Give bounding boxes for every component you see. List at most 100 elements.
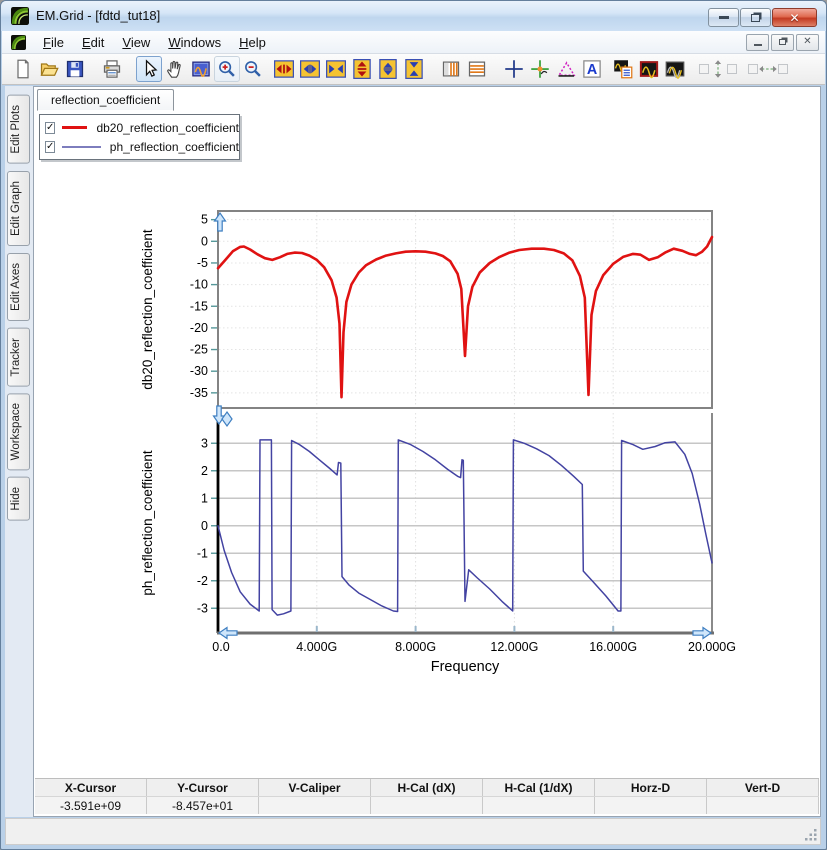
caliper-triangle-button[interactable] [553, 56, 579, 82]
toolbar-separator [688, 56, 699, 82]
legend-checkbox-1[interactable]: ✓ [45, 140, 56, 153]
select-arrow-button[interactable] [136, 56, 162, 82]
overlay-graphs-button[interactable] [662, 56, 688, 82]
resize-grip[interactable] [803, 827, 818, 842]
zoom-out-button[interactable] [240, 56, 266, 82]
readout-header-3: H-Cal (dX) [371, 779, 483, 796]
mdi-window-buttons: ✕ [744, 33, 819, 51]
toolbar-separator [737, 56, 748, 82]
fit-y-button[interactable] [375, 56, 401, 82]
app-icon-small [11, 34, 26, 50]
plot-document-area: reflection_coefficient ✓ db20_reflection_… [33, 86, 821, 817]
vertical-spacing-checkbox [727, 64, 737, 74]
y-tick-label: -3 [197, 601, 208, 615]
sidebar-tab-edit-axes[interactable]: Edit Axes [7, 252, 30, 321]
toolbar-separator [88, 56, 99, 82]
axis-diamond-handle[interactable] [221, 410, 233, 428]
tab-reflection-coefficient[interactable]: reflection_coefficient [37, 89, 175, 111]
sidebar-tab-edit-graph[interactable]: Edit Graph [7, 170, 30, 246]
scroll-up-arrow[interactable] [213, 211, 227, 232]
y-tick-label: -2 [197, 574, 208, 588]
readout-value-4 [483, 797, 595, 814]
y-tick-label: -10 [190, 278, 208, 292]
menu-bar: File Edit View Windows Help ✕ [2, 31, 825, 54]
y-tick-label: 2 [201, 464, 208, 478]
menu-windows[interactable]: Windows [159, 33, 230, 52]
charts-canvas[interactable]: 50-5-10-15-20-25-30-35db20_reflection_co… [140, 191, 740, 691]
single-graph-button[interactable] [636, 56, 662, 82]
series-db20_reflection_coefficient[interactable] [216, 235, 714, 399]
menu-help[interactable]: Help [230, 33, 275, 52]
readout-value-5 [595, 797, 707, 814]
menu-edit[interactable]: Edit [73, 33, 113, 52]
sidebar-tab-edit-plots[interactable]: Edit Plots [7, 95, 30, 164]
expand-x-icon [274, 60, 294, 78]
mdi-restore-button[interactable] [771, 33, 794, 51]
pan-hand-button[interactable] [162, 56, 188, 82]
text-annotation-button[interactable]: A [579, 56, 605, 82]
vertical-spacing-checkbox [699, 64, 709, 74]
legend-item: ✓ db20_reflection_coefficient [40, 118, 239, 137]
minimize-button[interactable] [708, 8, 739, 27]
zoom-box-icon [192, 61, 210, 77]
x-tick-label: 20.000G [688, 640, 736, 654]
horizontal-markers-button[interactable] [464, 56, 490, 82]
save-button[interactable] [62, 56, 88, 82]
compress-x-button[interactable] [323, 56, 349, 82]
menu-view[interactable]: View [113, 33, 159, 52]
scroll-right-arrow[interactable] [692, 626, 713, 640]
tracker-cross-icon [531, 60, 549, 78]
horizontal-spacing-controls[interactable] [748, 59, 788, 79]
readout-header-1: Y-Cursor [147, 779, 259, 796]
fit-x-button[interactable] [297, 56, 323, 82]
zoom-in-button[interactable] [214, 56, 240, 82]
print-button[interactable] [99, 56, 125, 82]
x-tick-label: 16.000G [589, 640, 637, 654]
readout-value-row: -3.591e+09 -8.457e+01 [35, 797, 819, 814]
chart-pane-db20[interactable]: 5 0 -5 -10 -15 -20 -25 -30 -35 db20_reflection_co… [140, 210, 714, 409]
y-tick-label: 5 [201, 213, 208, 227]
plot-with-legend-button[interactable] [610, 56, 636, 82]
zoom-box-button[interactable] [188, 56, 214, 82]
restore-button[interactable] [740, 8, 771, 27]
x-tick-label: 8.000G [395, 640, 436, 654]
legend-box[interactable]: ✓ db20_reflection_coefficient ✓ ph_reflecti… [39, 114, 240, 160]
x-tick-label: 4.000G [296, 640, 337, 654]
tracker-cross-button[interactable] [527, 56, 553, 82]
sidebar-tab-hide[interactable]: Hide [7, 477, 30, 522]
horizontal-markers-icon [468, 61, 486, 77]
legend-label: db20_reflection_coefficient [96, 120, 239, 135]
y-tick-label: -1 [197, 546, 208, 560]
expand-y-icon [353, 59, 371, 79]
close-button[interactable]: ✕ [772, 8, 817, 27]
vertical-spacing-icon [714, 60, 722, 78]
compress-x-icon [326, 60, 346, 78]
vertical-markers-icon [442, 61, 460, 77]
title-bar[interactable]: EM.Grid - [fdtd_tut18] ✕ [1, 1, 826, 31]
menu-file[interactable]: File [34, 33, 73, 52]
legend-checkbox-0[interactable]: ✓ [45, 121, 56, 134]
chart-pane-phase[interactable]: 3 2 1 0 -1 -2 -3 ph_reflection_coefficient [140, 413, 713, 633]
mdi-minimize-button[interactable] [746, 33, 769, 51]
expand-y-button[interactable] [349, 56, 375, 82]
scroll-left-arrow[interactable] [217, 626, 238, 640]
compress-y-button[interactable] [401, 56, 427, 82]
readout-value-3 [371, 797, 483, 814]
vertical-spacing-controls[interactable] [699, 59, 737, 79]
compress-y-icon [405, 59, 423, 79]
crosshair-button[interactable] [501, 56, 527, 82]
sidebar-tab-tracker[interactable]: Tracker [7, 327, 30, 387]
toolbar: A [2, 54, 825, 85]
expand-x-button[interactable] [271, 56, 297, 82]
sidebar-tab-workspace[interactable]: Workspace [7, 393, 30, 471]
readout-header-5: Horz-D [595, 779, 707, 796]
open-file-button[interactable] [36, 56, 62, 82]
tab-label: reflection_coefficient [51, 93, 161, 107]
status-bar [5, 818, 821, 845]
toolbar-separator [125, 56, 136, 82]
vertical-markers-button[interactable] [438, 56, 464, 82]
new-document-button[interactable] [10, 56, 36, 82]
series-ph_reflection_coefficient[interactable] [217, 439, 713, 616]
mdi-close-button[interactable]: ✕ [796, 33, 819, 51]
svg-text:A: A [587, 62, 597, 78]
